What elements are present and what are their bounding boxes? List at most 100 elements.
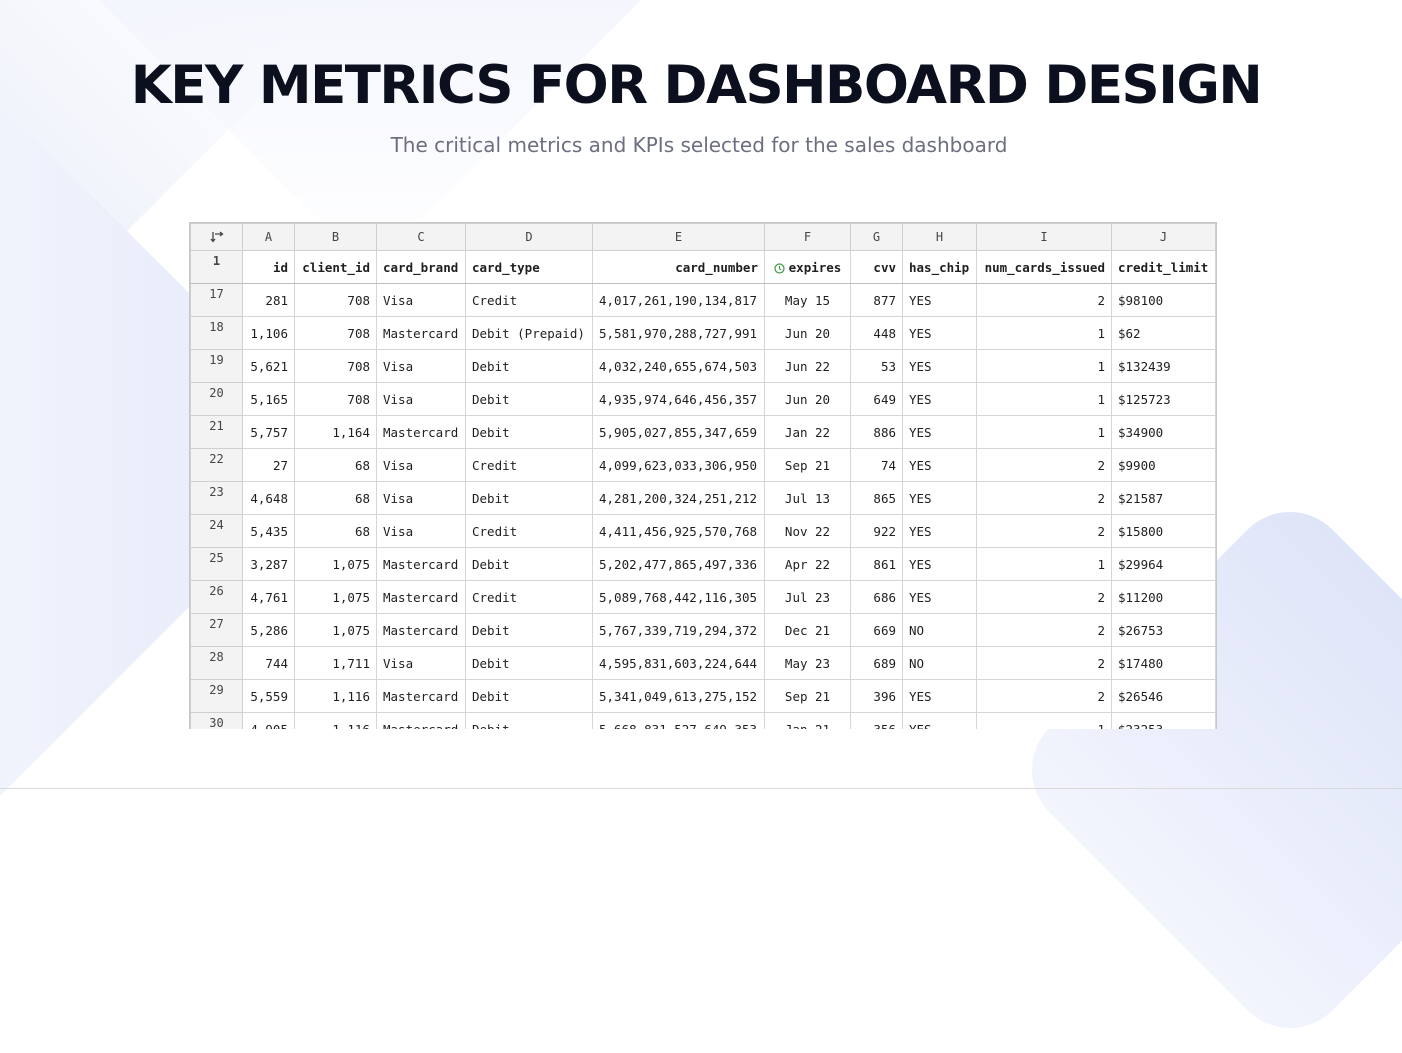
column-header-g[interactable]: G: [850, 223, 903, 251]
cell-client-id[interactable]: 1,164: [294, 415, 377, 449]
cell-card-brand[interactable]: Visa: [376, 349, 466, 383]
cell-id[interactable]: 27: [242, 448, 295, 482]
row-number[interactable]: 1: [190, 250, 243, 284]
cell-has-chip[interactable]: YES: [902, 382, 977, 416]
cell-card-brand[interactable]: Mastercard: [376, 613, 466, 647]
cell-card-number[interactable]: 5,089,768,442,116,305: [592, 580, 765, 614]
column-header-d[interactable]: D: [465, 223, 593, 251]
cell-card-number[interactable]: 5,905,027,855,347,659: [592, 415, 765, 449]
cell-num-cards-issued[interactable]: 2: [976, 646, 1112, 680]
row-number[interactable]: 28: [190, 646, 243, 680]
cell-client-id[interactable]: 1,075: [294, 547, 377, 581]
cell-cvv[interactable]: 689: [850, 646, 903, 680]
cell-card-brand[interactable]: Mastercard: [376, 316, 466, 350]
cell-card-brand[interactable]: Mastercard: [376, 712, 466, 729]
cell-num-cards-issued[interactable]: 2: [976, 580, 1112, 614]
cell-client-id[interactable]: 68: [294, 514, 377, 548]
cell-card-number[interactable]: 4,411,456,925,570,768: [592, 514, 765, 548]
cell-card-number[interactable]: 4,032,240,655,674,503: [592, 349, 765, 383]
cell-credit-limit[interactable]: $29964: [1111, 547, 1216, 581]
cell-card-type[interactable]: Debit: [465, 349, 593, 383]
cell-card-type[interactable]: Debit: [465, 382, 593, 416]
cell-id[interactable]: 3,287: [242, 547, 295, 581]
cell-has-chip[interactable]: YES: [902, 448, 977, 482]
cell-card-type[interactable]: Credit: [465, 448, 593, 482]
cell-card-brand[interactable]: Mastercard: [376, 547, 466, 581]
cell-num-cards-issued[interactable]: 2: [976, 514, 1112, 548]
cell-credit-limit[interactable]: $132439: [1111, 349, 1216, 383]
cell-credit-limit[interactable]: $34900: [1111, 415, 1216, 449]
cell-credit-limit[interactable]: $125723: [1111, 382, 1216, 416]
cell-num-cards-issued[interactable]: 1: [976, 547, 1112, 581]
cell-has-chip[interactable]: YES: [902, 679, 977, 713]
cell-card-type[interactable]: Debit (Prepaid): [465, 316, 593, 350]
cell-card-brand[interactable]: Mastercard: [376, 415, 466, 449]
header-cell-card-brand[interactable]: card_brand: [376, 250, 466, 284]
cell-client-id[interactable]: 708: [294, 316, 377, 350]
cell-card-brand[interactable]: Mastercard: [376, 580, 466, 614]
cell-cvv[interactable]: 861: [850, 547, 903, 581]
row-number[interactable]: 18: [190, 316, 243, 350]
cell-has-chip[interactable]: YES: [902, 481, 977, 515]
cell-client-id[interactable]: 708: [294, 349, 377, 383]
cell-has-chip[interactable]: YES: [902, 712, 977, 729]
cell-cvv[interactable]: 53: [850, 349, 903, 383]
column-header-j[interactable]: J: [1111, 223, 1216, 251]
select-all-button[interactable]: [190, 223, 243, 251]
row-number[interactable]: 23: [190, 481, 243, 515]
cell-card-type[interactable]: Debit: [465, 679, 593, 713]
cell-cvv[interactable]: 886: [850, 415, 903, 449]
cell-id[interactable]: 5,165: [242, 382, 295, 416]
cell-card-brand[interactable]: Visa: [376, 382, 466, 416]
cell-expires[interactable]: May 23: [764, 646, 851, 680]
cell-num-cards-issued[interactable]: 1: [976, 415, 1112, 449]
cell-id[interactable]: 5,559: [242, 679, 295, 713]
cell-card-number[interactable]: 5,581,970,288,727,991: [592, 316, 765, 350]
cell-expires[interactable]: Sep 21: [764, 679, 851, 713]
cell-expires[interactable]: Jan 21: [764, 712, 851, 729]
cell-id[interactable]: 4,761: [242, 580, 295, 614]
cell-cvv[interactable]: 448: [850, 316, 903, 350]
header-cell-credit-limit[interactable]: credit_limit: [1111, 250, 1216, 284]
cell-credit-limit[interactable]: $26546: [1111, 679, 1216, 713]
cell-client-id[interactable]: 68: [294, 481, 377, 515]
cell-card-number[interactable]: 4,281,200,324,251,212: [592, 481, 765, 515]
cell-id[interactable]: 5,435: [242, 514, 295, 548]
cell-client-id[interactable]: 1,116: [294, 712, 377, 729]
cell-has-chip[interactable]: YES: [902, 415, 977, 449]
cell-cvv[interactable]: 877: [850, 283, 903, 317]
cell-expires[interactable]: Jul 13: [764, 481, 851, 515]
row-number[interactable]: 21: [190, 415, 243, 449]
cell-card-number[interactable]: 4,017,261,190,134,817: [592, 283, 765, 317]
cell-cvv[interactable]: 686: [850, 580, 903, 614]
column-header-i[interactable]: I: [976, 223, 1112, 251]
cell-client-id[interactable]: 1,075: [294, 613, 377, 647]
cell-cvv[interactable]: 396: [850, 679, 903, 713]
cell-expires[interactable]: Dec 21: [764, 613, 851, 647]
cell-id[interactable]: 5,757: [242, 415, 295, 449]
cell-has-chip[interactable]: YES: [902, 514, 977, 548]
cell-credit-limit[interactable]: $98100: [1111, 283, 1216, 317]
cell-credit-limit[interactable]: $15800: [1111, 514, 1216, 548]
cell-client-id[interactable]: 708: [294, 382, 377, 416]
cell-has-chip[interactable]: NO: [902, 613, 977, 647]
column-header-a[interactable]: A: [242, 223, 295, 251]
row-number[interactable]: 22: [190, 448, 243, 482]
cell-num-cards-issued[interactable]: 1: [976, 382, 1112, 416]
cell-expires[interactable]: Nov 22: [764, 514, 851, 548]
cell-has-chip[interactable]: YES: [902, 580, 977, 614]
cell-num-cards-issued[interactable]: 1: [976, 349, 1112, 383]
cell-card-type[interactable]: Debit: [465, 481, 593, 515]
cell-expires[interactable]: Jan 22: [764, 415, 851, 449]
cell-num-cards-issued[interactable]: 2: [976, 448, 1112, 482]
cell-expires[interactable]: Apr 22: [764, 547, 851, 581]
column-header-b[interactable]: B: [294, 223, 377, 251]
cell-card-brand[interactable]: Visa: [376, 646, 466, 680]
column-header-c[interactable]: C: [376, 223, 466, 251]
cell-card-type[interactable]: Credit: [465, 580, 593, 614]
cell-card-number[interactable]: 5,202,477,865,497,336: [592, 547, 765, 581]
cell-cvv[interactable]: 74: [850, 448, 903, 482]
cell-cvv[interactable]: 922: [850, 514, 903, 548]
cell-num-cards-issued[interactable]: 1: [976, 712, 1112, 729]
cell-num-cards-issued[interactable]: 2: [976, 481, 1112, 515]
